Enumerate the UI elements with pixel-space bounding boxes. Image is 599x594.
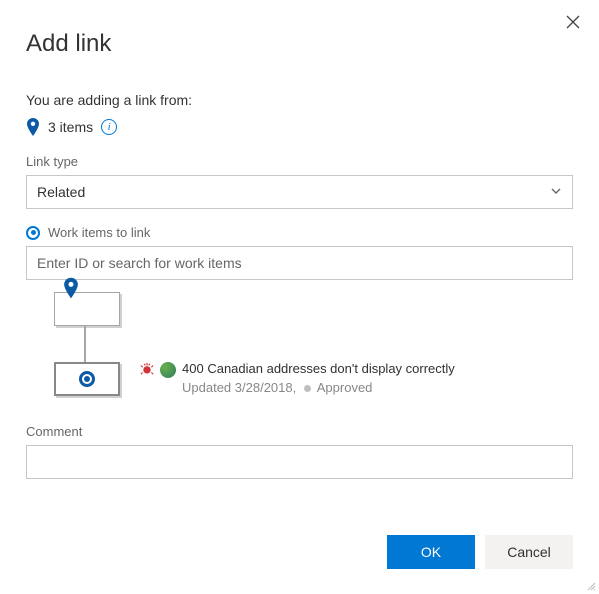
- comment-input[interactable]: [26, 445, 573, 479]
- linked-item-row[interactable]: 400 Canadian addresses don't display cor…: [140, 360, 455, 396]
- diagram-source-box: [54, 292, 120, 326]
- intro-text: You are adding a link from:: [26, 92, 573, 108]
- work-items-placeholder: Enter ID or search for work items: [37, 255, 242, 271]
- resize-handle[interactable]: [584, 578, 596, 590]
- link-type-label: Link type: [26, 154, 573, 169]
- dialog-title: Add link: [26, 30, 573, 58]
- bug-icon: [140, 362, 154, 378]
- avatar: [160, 362, 176, 378]
- link-type-value: Related: [37, 184, 85, 200]
- chevron-down-icon: [550, 184, 562, 200]
- cancel-button[interactable]: Cancel: [485, 535, 573, 569]
- ok-button[interactable]: OK: [387, 535, 475, 569]
- target-icon: [79, 371, 95, 387]
- state-dot-icon: [304, 385, 311, 392]
- linked-item-subtitle: Updated 3/28/2018, Approved: [182, 379, 455, 397]
- info-icon[interactable]: i: [101, 119, 117, 135]
- pin-icon: [26, 118, 40, 136]
- link-type-select[interactable]: Related: [26, 175, 573, 209]
- diagram-target-box: [54, 362, 120, 396]
- work-items-search-input[interactable]: Enter ID or search for work items: [26, 246, 573, 280]
- link-diagram: [30, 288, 130, 398]
- pin-icon: [63, 277, 79, 302]
- linked-item-title: 400 Canadian addresses don't display cor…: [182, 360, 455, 378]
- diagram-connector: [84, 326, 86, 362]
- work-items-label: Work items to link: [48, 225, 150, 240]
- items-count: 3 items: [48, 119, 93, 135]
- target-icon: [26, 226, 40, 240]
- comment-label: Comment: [26, 424, 573, 439]
- close-button[interactable]: [565, 14, 583, 32]
